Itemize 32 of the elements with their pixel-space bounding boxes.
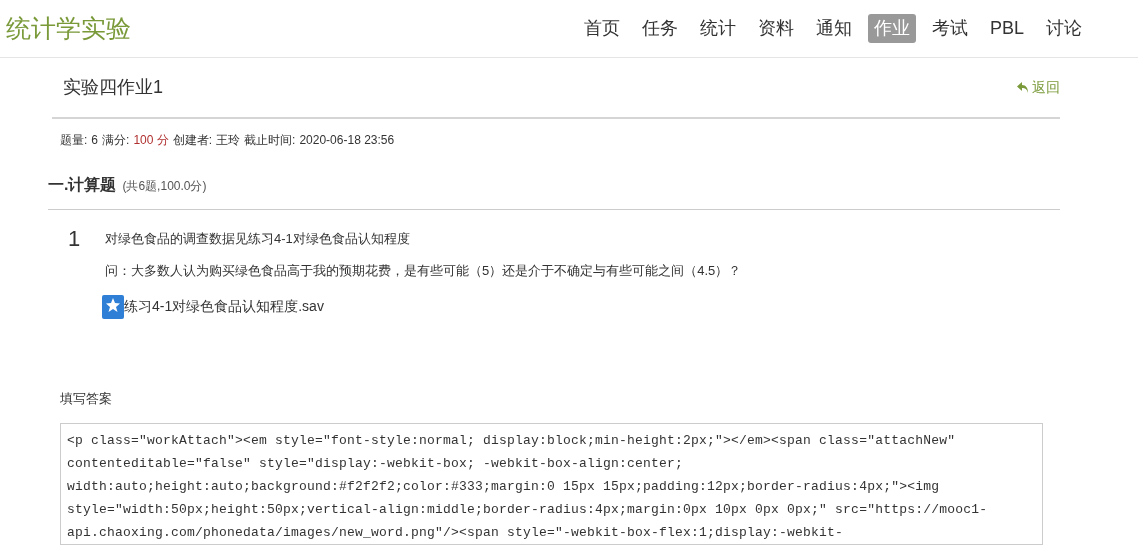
- deadline-label: 截止时间:: [244, 132, 296, 149]
- nav-tab[interactable]: PBL: [983, 14, 1030, 43]
- creator-label: 创建者:: [172, 132, 213, 149]
- nav-tab[interactable]: 讨论: [1040, 14, 1088, 43]
- full-score: 100 分: [133, 132, 169, 149]
- nav-tab[interactable]: 统计: [693, 14, 742, 43]
- question-count-label: 题量:: [60, 132, 88, 149]
- answer-field[interactable]: [60, 423, 1043, 545]
- section-title: 一.计算题: [48, 175, 117, 195]
- creator-name: 王玲: [216, 132, 241, 149]
- question-count: 6: [91, 132, 99, 149]
- score-label: 满分:: [102, 132, 130, 149]
- nav-tab[interactable]: 首页: [577, 14, 626, 43]
- nav-tab[interactable]: 任务: [635, 14, 684, 43]
- question-text: 对绿色食品的调查数据见练习4-1对绿色食品认知程度: [105, 230, 411, 248]
- site-logo: 统计学实验: [6, 12, 131, 44]
- deadline: 2020-06-18 23:56: [299, 132, 395, 149]
- section-summary: (共6题,100.0分): [122, 178, 207, 195]
- question-number: 1: [68, 226, 82, 253]
- code-line: style="width:50px;height:50px;vertical-align:middle;border-radius:4px;margin:0px 10px 0px 0px;" src="https://mooc1-: [67, 501, 988, 519]
- nav-tab[interactable]: 通知: [809, 14, 858, 43]
- code-line: width:auto;height:auto;background:#f2f2f2;color:#333;margin:0 15px 15px;padding:12px;border-radius:4px;"><img: [67, 478, 940, 496]
- question-prompt: 问：大多数人认为购买绿色食品高于我的预期花费，是有些可能（5）还是介于不确定与有些可能之间（4.5）？: [105, 262, 742, 280]
- attachment-link[interactable]: 练习4-1对绿色食品认知程度.sav: [102, 294, 742, 319]
- back-arrow-icon: [1016, 80, 1030, 95]
- assignment-title: 实验四作业1: [63, 76, 163, 99]
- nav-tab[interactable]: 考试: [925, 14, 974, 43]
- nav-tab[interactable]: 资料: [751, 14, 800, 43]
- code-line: <p class="workAttach"><em style="font-style:normal; display:block;min-height:2px;"></em><span class="attachNew": [67, 432, 956, 450]
- answer-label: 填写答案: [59, 389, 112, 408]
- code-line: api.chaoxing.com/phonedata/images/new_word.png"/><span style="-webkit-box-flex:1;display:-webkit-: [67, 524, 844, 542]
- code-line: contenteditable="false" style="display:-webkit-box; -webkit-box-align:center;: [67, 455, 684, 473]
